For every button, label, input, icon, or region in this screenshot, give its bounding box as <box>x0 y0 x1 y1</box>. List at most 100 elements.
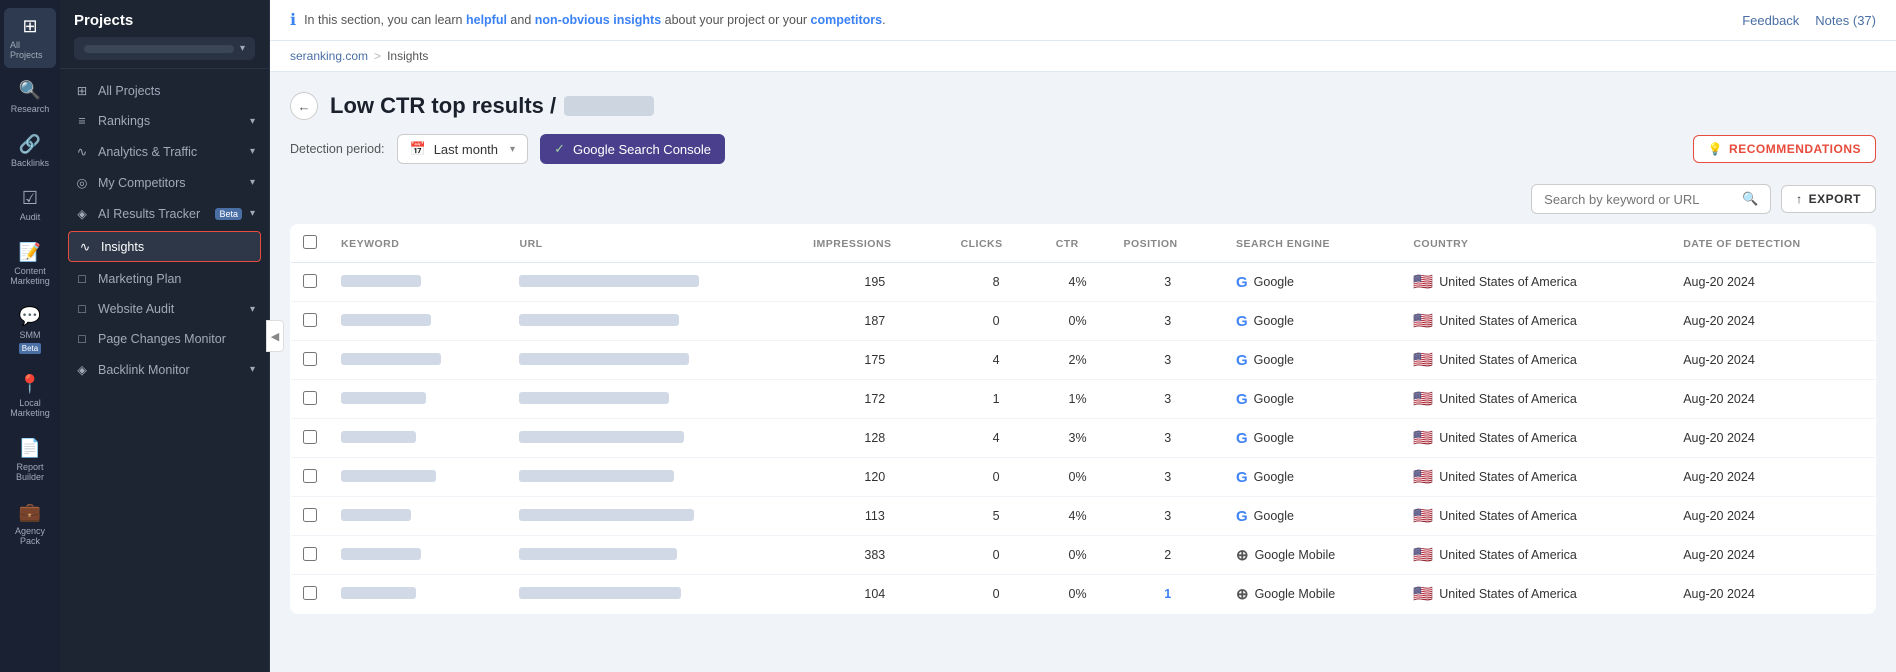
notes-link[interactable]: Notes (37) <box>1815 13 1876 28</box>
sidebar-item-marketing-plan[interactable]: □ Marketing Plan <box>60 264 269 294</box>
feedback-link[interactable]: Feedback <box>1742 13 1799 28</box>
sidebar-icon-research[interactable]: 🔍 Research <box>4 72 56 122</box>
row-checkbox-2[interactable] <box>303 352 317 366</box>
period-label: Last month <box>434 142 498 157</box>
filter-bar: Detection period: 📅 Last month ▾ ✓ Googl… <box>290 134 1876 164</box>
clicks-cell: 1 <box>949 380 1044 419</box>
grid-icon: ⊞ <box>74 83 90 98</box>
recommendations-button[interactable]: 💡 RECOMMENDATIONS <box>1693 135 1876 163</box>
row-checkbox-4[interactable] <box>303 430 317 444</box>
sidebar-collapse-btn[interactable]: ◀ <box>266 320 284 352</box>
sidebar-icon-backlinks[interactable]: 🔗 Backlinks <box>4 126 56 176</box>
table-row: 175 4 2% 3 G Google 🇺🇸 United States of … <box>291 341 1876 380</box>
sidebar-item-backlink-monitor[interactable]: ◈ Backlink Monitor ▾ <box>60 354 269 385</box>
search-icon: 🔍 <box>1742 191 1758 207</box>
row-checkbox-1[interactable] <box>303 313 317 327</box>
google-icon: G <box>1236 469 1248 486</box>
url-cell <box>507 302 801 341</box>
sidebar-icon-smm[interactable]: 💬 SMM Beta <box>4 298 56 362</box>
flag-icon: 🇺🇸 <box>1413 272 1433 292</box>
select-all-checkbox[interactable] <box>303 235 317 249</box>
engine-cell: G Google <box>1224 419 1401 458</box>
google-icon: G <box>1236 313 1248 330</box>
engine-cell: G Google <box>1224 458 1401 497</box>
topbar-info-text: In this section, you can learn helpful a… <box>304 13 886 27</box>
period-select[interactable]: 📅 Last month ▾ <box>397 134 529 164</box>
engine-cell: G Google <box>1224 263 1401 302</box>
row-checkbox-6[interactable] <box>303 508 317 522</box>
calendar-icon: 📅 <box>410 141 426 157</box>
date-cell: Aug-20 2024 <box>1671 458 1875 497</box>
impressions-cell: 128 <box>801 419 948 458</box>
sidebar-icon-report[interactable]: 📄 Report Builder <box>4 430 56 490</box>
changes-icon: □ <box>74 332 90 346</box>
breadcrumb-current: Insights <box>387 49 428 63</box>
table-row: 172 1 1% 3 G Google 🇺🇸 United States of … <box>291 380 1876 419</box>
keyword-cell <box>329 341 507 380</box>
row-checkbox-8[interactable] <box>303 586 317 600</box>
ctr-cell: 0% <box>1044 458 1112 497</box>
impressions-cell: 120 <box>801 458 948 497</box>
keyword-cell <box>329 458 507 497</box>
position-cell: 3 <box>1111 302 1224 341</box>
analytics-icon: ∿ <box>74 144 90 159</box>
sidebar-item-insights[interactable]: ∿ Insights <box>68 231 261 262</box>
row-checkbox-3[interactable] <box>303 391 317 405</box>
position-cell: 2 <box>1111 536 1224 575</box>
sidebar-item-page-changes[interactable]: □ Page Changes Monitor <box>60 324 269 354</box>
flag-icon: 🇺🇸 <box>1413 350 1433 370</box>
google-icon: ⊕ <box>1236 585 1249 603</box>
analytics-arrow-icon: ▾ <box>250 146 255 157</box>
position-cell: 3 <box>1111 458 1224 497</box>
col-date: DATE OF DETECTION <box>1671 225 1875 263</box>
sidebar-icon-audit[interactable]: ☑ Audit <box>4 180 56 230</box>
engine-cell: ⊕ Google Mobile <box>1224 536 1401 575</box>
impressions-cell: 383 <box>801 536 948 575</box>
url-cell <box>507 536 801 575</box>
sidebar-item-analytics[interactable]: ∿ Analytics & Traffic ▾ <box>60 136 269 167</box>
gsc-check-icon: ✓ <box>554 141 565 157</box>
ctr-cell: 3% <box>1044 419 1112 458</box>
project-selector[interactable]: ▾ <box>74 37 255 60</box>
table-row: 104 0 0% 1 ⊕ Google Mobile 🇺🇸 United Sta… <box>291 575 1876 614</box>
search-input[interactable] <box>1544 192 1734 207</box>
country-cell: 🇺🇸 United States of America <box>1401 302 1671 341</box>
topbar-info: ℹ In this section, you can learn helpful… <box>290 10 886 30</box>
sidebar-icon-content[interactable]: 📝 Content Marketing <box>4 234 56 294</box>
col-position: POSITION <box>1111 225 1224 263</box>
info-icon: ℹ <box>290 10 296 30</box>
flag-icon: 🇺🇸 <box>1413 506 1433 526</box>
sidebar-icon-projects[interactable]: ⊞ All Projects <box>4 8 56 68</box>
row-checkbox-7[interactable] <box>303 547 317 561</box>
sidebar-icon-local[interactable]: 📍 Local Marketing <box>4 366 56 426</box>
clicks-cell: 4 <box>949 419 1044 458</box>
back-button[interactable]: ← <box>290 92 318 120</box>
row-checkbox-5[interactable] <box>303 469 317 483</box>
gsc-button[interactable]: ✓ Google Search Console <box>540 134 725 164</box>
impressions-cell: 113 <box>801 497 948 536</box>
page-title: Low CTR top results / <box>330 93 654 119</box>
keyword-cell <box>329 380 507 419</box>
sidebar-item-website-audit[interactable]: □ Website Audit ▾ <box>60 294 269 324</box>
breadcrumb-site[interactable]: seranking.com <box>290 49 368 63</box>
google-icon: G <box>1236 508 1248 525</box>
url-cell <box>507 341 801 380</box>
sidebar-icon-agency[interactable]: 💼 Agency Pack <box>4 494 56 554</box>
date-cell: Aug-20 2024 <box>1671 263 1875 302</box>
impressions-cell: 187 <box>801 302 948 341</box>
audit-icon: □ <box>74 302 90 316</box>
sidebar-item-competitors[interactable]: ◎ My Competitors ▾ <box>60 167 269 198</box>
sidebar-item-rankings[interactable]: ≡ Rankings ▾ <box>60 106 269 136</box>
keyword-cell <box>329 419 507 458</box>
export-button[interactable]: ↑ EXPORT <box>1781 185 1876 213</box>
search-box[interactable]: 🔍 <box>1531 184 1771 214</box>
sidebar-item-all-projects[interactable]: ⊞ All Projects <box>60 75 269 106</box>
row-checkbox-0[interactable] <box>303 274 317 288</box>
sidebar-item-ai-tracker[interactable]: ◈ AI Results Tracker Beta ▾ <box>60 198 269 229</box>
engine-cell: ⊕ Google Mobile <box>1224 575 1401 614</box>
url-cell <box>507 419 801 458</box>
ai-icon: ◈ <box>74 206 90 221</box>
keyword-cell <box>329 302 507 341</box>
date-cell: Aug-20 2024 <box>1671 419 1875 458</box>
country-cell: 🇺🇸 United States of America <box>1401 497 1671 536</box>
